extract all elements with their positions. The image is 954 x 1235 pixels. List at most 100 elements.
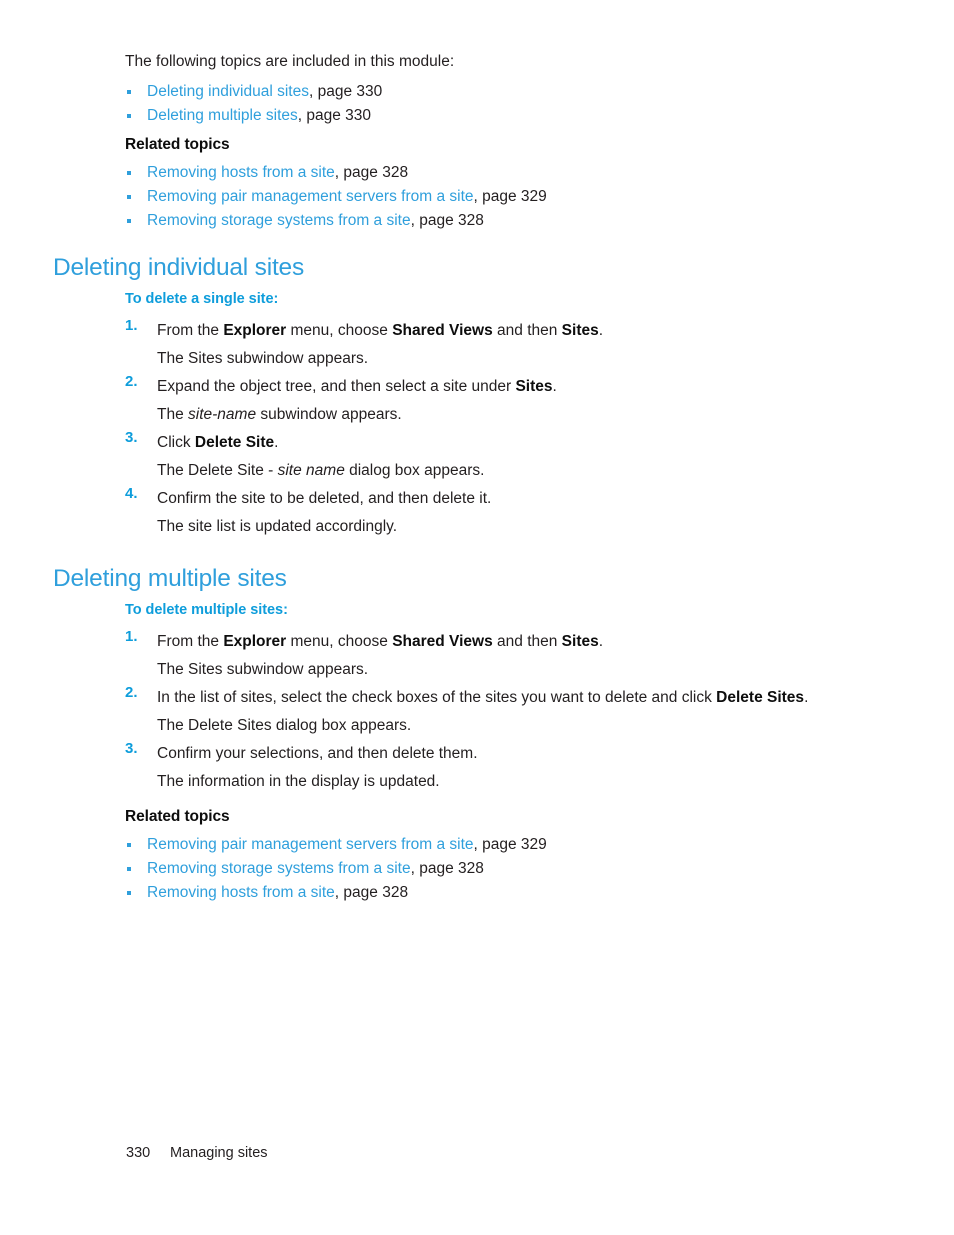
step-instruction: Confirm the site to be deleted, and then… (157, 485, 603, 513)
list-item: Deleting multiple sites, page 330 (125, 104, 382, 128)
list-item: Removing hosts from a site, page 328 (125, 161, 547, 185)
procedure-step: 3. Click Delete Site. The Delete Site - si… (125, 429, 603, 485)
bullet-square-icon (127, 891, 131, 895)
bullet-square-icon (127, 90, 131, 94)
cross-reference-page: , page 328 (334, 884, 409, 901)
text-run: menu, choose (286, 633, 393, 650)
subheading-to-delete-a-single-site: To delete a single site: (125, 291, 279, 307)
cross-reference-page: , page 330 (297, 107, 372, 124)
section-title-deleting-multiple-sites: Deleting multiple sites (53, 565, 287, 592)
related-topics-heading-top: Related topics (125, 136, 230, 153)
step-instruction: From the Explorer menu, choose Shared Vi… (157, 628, 808, 656)
text-run: Confirm your selections, and then delete… (157, 745, 478, 762)
step-result: The site list is updated accordingly. (157, 513, 603, 541)
text-run: The Sites subwindow appears. (157, 350, 369, 367)
text-run: dialog box appears. (344, 462, 485, 479)
variable-emphasis: site-name (188, 406, 257, 423)
text-run: The site list is updated accordingly. (157, 518, 398, 535)
step-number: 1. (125, 628, 138, 645)
cross-reference-link[interactable]: Removing hosts from a site (147, 164, 335, 181)
cross-reference-link[interactable]: Deleting multiple sites (147, 107, 298, 124)
ui-label-emphasis: Shared Views (392, 322, 493, 339)
module-topics-list: Deleting individual sites, page 330 Delet… (125, 80, 382, 128)
text-run: The Delete Sites dialog box appears. (157, 717, 412, 734)
text-run: . (598, 633, 604, 650)
bullet-square-icon (127, 195, 131, 199)
footer-chapter-name: Managing sites (170, 1145, 268, 1161)
bullet-square-icon (127, 171, 131, 175)
bullet-square-icon (127, 114, 131, 118)
list-item: Removing storage systems from a site, pa… (125, 857, 547, 881)
ui-label-emphasis: Delete Sites (716, 689, 805, 706)
text-run: . (552, 378, 557, 395)
cross-reference-link[interactable]: Deleting individual sites (147, 83, 309, 100)
step-number: 1. (125, 317, 138, 334)
page-footer: 330 Managing sites (126, 1145, 268, 1161)
bullet-square-icon (127, 843, 131, 847)
cross-reference-link[interactable]: Removing storage systems from a site (147, 860, 411, 877)
cross-reference-link[interactable]: Removing hosts from a site (147, 884, 335, 901)
step-number: 4. (125, 485, 138, 502)
document-page: The following topics are included in thi… (0, 0, 954, 1235)
cross-reference-page: , page 328 (410, 212, 484, 229)
ui-label-emphasis: Sites (561, 633, 599, 650)
ui-label-emphasis: Sites (515, 378, 553, 395)
subheading-to-delete-multiple-sites: To delete multiple sites: (125, 602, 288, 618)
procedure-step: 1. From the Explorer menu, choose Shared … (125, 628, 808, 684)
step-instruction: Click Delete Site. (157, 429, 603, 457)
list-item: Removing storage systems from a site, pa… (125, 209, 547, 233)
step-number: 3. (125, 740, 138, 757)
related-topics-list-bottom: Removing pair management servers from a … (125, 833, 547, 905)
bullet-square-icon (127, 867, 131, 871)
section-title-deleting-individual-sites: Deleting individual sites (53, 254, 305, 281)
text-run: . (598, 322, 604, 339)
cross-reference-page: , page 328 (410, 860, 484, 877)
step-instruction: Confirm your selections, and then delete… (157, 740, 808, 768)
text-run: . (804, 689, 809, 706)
cross-reference-page: , page 328 (334, 164, 409, 181)
text-run: The Delete Site - (157, 462, 278, 479)
text-run: From the (157, 322, 224, 339)
procedure-step: 3. Confirm your selections, and then dele… (125, 740, 808, 796)
ui-label-emphasis: Delete Site (194, 434, 275, 451)
step-result: The information in the display is update… (157, 768, 808, 796)
step-number: 2. (125, 373, 138, 390)
cross-reference-link[interactable]: Removing pair management servers from a … (147, 188, 474, 205)
list-item: Removing pair management servers from a … (125, 833, 547, 857)
text-run: menu, choose (286, 322, 393, 339)
ui-label-emphasis: Sites (561, 322, 599, 339)
cross-reference-page: , page 330 (308, 83, 383, 100)
steps-list-individual: 1. From the Explorer menu, choose Shared … (125, 317, 603, 541)
variable-emphasis: site name (277, 462, 345, 479)
procedure-step: 1. From the Explorer menu, choose Shared … (125, 317, 603, 373)
step-result: The Sites subwindow appears. (157, 656, 808, 684)
text-run: From the (157, 633, 224, 650)
text-run: Expand the object tree, and then select … (157, 378, 516, 395)
cross-reference-page: , page 329 (473, 188, 547, 205)
cross-reference-link[interactable]: Removing storage systems from a site (147, 212, 411, 229)
text-run: The (157, 406, 189, 423)
steps-list-multiple: 1. From the Explorer menu, choose Shared … (125, 628, 808, 796)
intro-paragraph: The following topics are included in thi… (125, 53, 455, 70)
step-instruction: Expand the object tree, and then select … (157, 373, 603, 401)
cross-reference-link[interactable]: Removing pair management servers from a … (147, 836, 474, 853)
step-result: The site-name subwindow appears. (157, 401, 603, 429)
procedure-step: 4. Confirm the site to be deleted, and th… (125, 485, 603, 541)
cross-reference-page: , page 329 (473, 836, 547, 853)
list-item: Removing hosts from a site, page 328 (125, 881, 547, 905)
text-run: Click (157, 434, 195, 451)
step-result: The Sites subwindow appears. (157, 345, 603, 373)
text-run: and then (492, 322, 562, 339)
ui-label-emphasis: Explorer (223, 322, 287, 339)
text-run: In the list of sites, select the check b… (157, 689, 717, 706)
ui-label-emphasis: Explorer (223, 633, 287, 650)
text-run: The Sites subwindow appears. (157, 661, 369, 678)
footer-page-number: 330 (126, 1145, 151, 1161)
text-run: subwindow appears. (256, 406, 402, 423)
text-run: Confirm the site to be deleted, and then… (157, 490, 492, 507)
procedure-step: 2. In the list of sites, select the check… (125, 684, 808, 740)
related-topics-heading-bottom: Related topics (125, 808, 230, 825)
step-result: The Delete Sites dialog box appears. (157, 712, 808, 740)
ui-label-emphasis: Shared Views (392, 633, 493, 650)
bullet-square-icon (127, 219, 131, 223)
